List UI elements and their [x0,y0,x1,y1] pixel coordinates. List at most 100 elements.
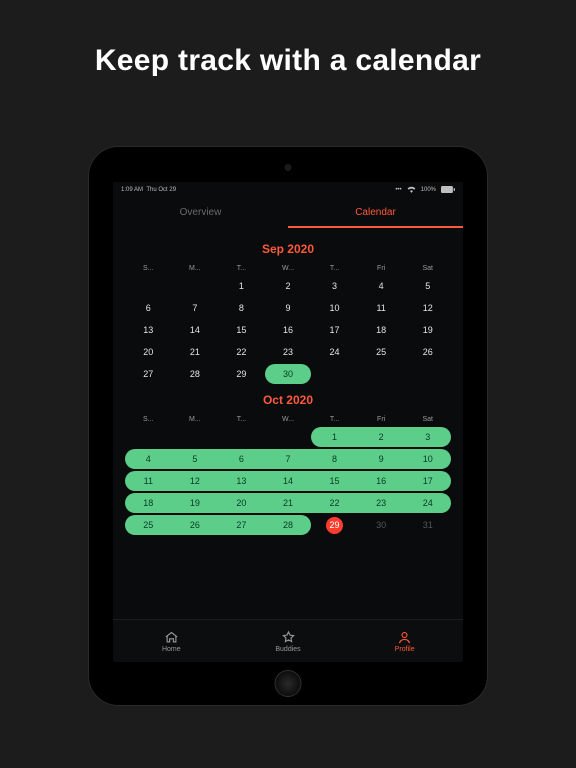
status-left: 1:09 AM Thu Oct 29 [121,187,176,193]
day-cell[interactable] [125,276,172,296]
day-cell-tracked[interactable]: 15 [311,471,358,491]
tab-overview[interactable]: Overview [113,199,288,228]
day-cell-tracked[interactable]: 3 [404,427,451,447]
day-cell-tracked[interactable]: 8 [311,449,358,469]
day-cell-future[interactable]: 31 [404,515,451,535]
day-cell[interactable]: 10 [311,298,358,318]
sep-row: 27 28 29 30 [125,363,451,385]
day-cell-tracked[interactable]: 22 [311,493,358,513]
nav-profile[interactable]: Profile [346,620,463,662]
day-cell[interactable]: 8 [218,298,265,318]
screen: 1:09 AM Thu Oct 29 ••• 100% Overview Cal… [113,182,463,662]
day-cell[interactable] [404,364,451,384]
battery-icon [441,186,455,193]
day-cell[interactable]: 9 [265,298,312,318]
day-cell[interactable]: 6 [125,298,172,318]
sep-row: 6 7 8 9 10 11 12 [125,297,451,319]
day-cell-tracked[interactable]: 9 [358,449,405,469]
day-cell[interactable]: 12 [404,298,451,318]
day-cell[interactable] [125,427,172,447]
bottom-nav: Home Buddies Profile [113,619,463,662]
day-cell[interactable]: 7 [172,298,219,318]
day-cell-tracked[interactable]: 27 [218,515,265,535]
nav-buddies-label: Buddies [275,646,300,653]
day-cell[interactable]: 29 [218,364,265,384]
month-title-oct: Oct 2020 [125,393,451,407]
sep-row: 13 14 15 16 17 18 19 [125,319,451,341]
day-cell[interactable]: 24 [311,342,358,362]
oct-row: 11 12 13 14 15 16 17 [125,470,451,492]
day-cell[interactable]: 14 [172,320,219,340]
day-cell[interactable] [218,427,265,447]
day-cell[interactable]: 23 [265,342,312,362]
day-cell[interactable]: 22 [218,342,265,362]
day-cell[interactable] [265,427,312,447]
segmented-tabs: Overview Calendar [113,199,463,228]
day-cell-future[interactable]: 30 [358,515,405,535]
status-bar: 1:09 AM Thu Oct 29 ••• 100% [113,182,463,195]
promo-headline: Keep track with a calendar [0,44,576,78]
day-cell-tracked[interactable]: 16 [358,471,405,491]
day-cell[interactable]: 20 [125,342,172,362]
day-cell-tracked[interactable]: 24 [404,493,451,513]
day-cell[interactable]: 28 [172,364,219,384]
tab-calendar[interactable]: Calendar [288,199,463,228]
day-cell[interactable]: 11 [358,298,405,318]
sep-row: 20 21 22 23 24 25 26 [125,341,451,363]
day-cell-tracked[interactable]: 2 [358,427,405,447]
day-cell-tracked[interactable]: 25 [125,515,172,535]
day-cell-tracked[interactable]: 23 [358,493,405,513]
day-cell[interactable]: 17 [311,320,358,340]
day-cell[interactable]: 4 [358,276,405,296]
day-cell-tracked[interactable]: 30 [265,364,312,384]
nav-home-label: Home [162,646,181,653]
day-cell-tracked[interactable]: 26 [172,515,219,535]
nav-buddies[interactable]: Buddies [230,620,347,662]
day-cell[interactable]: 15 [218,320,265,340]
status-right: ••• 100% [395,186,455,193]
oct-row: 4 5 6 7 8 9 10 [125,448,451,470]
day-cell[interactable]: 13 [125,320,172,340]
oct-row: 25 26 27 28 29 30 31 [125,514,451,536]
day-cell[interactable]: 2 [265,276,312,296]
day-cell-tracked[interactable]: 1 [311,427,358,447]
month-title-sep: Sep 2020 [125,242,451,256]
day-cell[interactable]: 3 [311,276,358,296]
day-cell-tracked[interactable]: 21 [265,493,312,513]
day-cell-tracked[interactable]: 12 [172,471,219,491]
day-cell-tracked[interactable]: 4 [125,449,172,469]
hardware-home-button[interactable] [275,670,302,697]
day-cell-tracked[interactable]: 10 [404,449,451,469]
day-cell-today[interactable]: 29 [311,515,358,535]
day-cell-tracked[interactable]: 13 [218,471,265,491]
day-cell-tracked[interactable]: 18 [125,493,172,513]
day-cell[interactable]: 27 [125,364,172,384]
sep-row: 1 2 3 4 5 [125,275,451,297]
day-cell-tracked[interactable]: 11 [125,471,172,491]
day-cell-tracked[interactable]: 20 [218,493,265,513]
day-cell[interactable]: 18 [358,320,405,340]
day-cell[interactable] [311,364,358,384]
day-cell[interactable] [172,276,219,296]
day-cell-tracked[interactable]: 5 [172,449,219,469]
day-cell[interactable]: 16 [265,320,312,340]
day-cell-tracked[interactable]: 14 [265,471,312,491]
nav-home[interactable]: Home [113,620,230,662]
day-cell[interactable]: 26 [404,342,451,362]
day-cell[interactable] [358,364,405,384]
day-cell-tracked[interactable]: 19 [172,493,219,513]
day-cell-tracked[interactable]: 6 [218,449,265,469]
day-cell[interactable]: 5 [404,276,451,296]
day-cell[interactable]: 19 [404,320,451,340]
wifi-icon [407,186,416,193]
day-cell[interactable] [172,427,219,447]
day-cell-tracked[interactable]: 28 [265,515,312,535]
home-icon [164,630,179,645]
day-cell-tracked[interactable]: 7 [265,449,312,469]
day-cell[interactable]: 25 [358,342,405,362]
calendar-container: Sep 2020 S... M... T... W... T... Fri Sa… [113,228,463,536]
day-cell[interactable]: 1 [218,276,265,296]
day-cell[interactable]: 21 [172,342,219,362]
day-cell-tracked[interactable]: 17 [404,471,451,491]
weekday-header-oct: S... M... T... W... T... Fri Sat [125,413,451,426]
